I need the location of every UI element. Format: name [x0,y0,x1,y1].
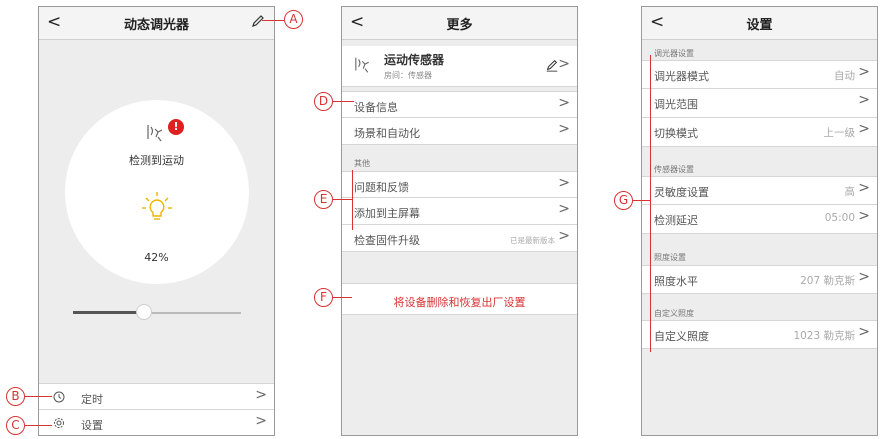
header: < 更多 [342,7,577,40]
callout-g: G [614,191,633,210]
dimming-range-row[interactable]: 调光范围 > [642,89,877,118]
switch-mode-label: 切换模式 [654,127,698,140]
callout-f-line [332,297,352,298]
scenes-label: 场景和自动化 [354,127,420,140]
custom-illuminance-value: 1023 勒克斯 [793,330,855,342]
chevron-right-icon: > [858,180,870,196]
firmware-label: 检查固件升级 [354,234,420,247]
device-info-row[interactable]: 设备信息 > [342,91,577,118]
detection-delay-label: 检测延迟 [654,214,698,227]
device-name: 运动传感器 [384,53,445,67]
edit-pencil-icon[interactable] [250,13,266,33]
callout-e: E [314,190,333,209]
brightness-slider[interactable] [73,304,241,320]
sensitivity-row[interactable]: 灵敏度设置 高 > [642,176,877,205]
edit-pencil-icon[interactable] [545,58,559,75]
chevron-right-icon: > [858,324,870,340]
callout-g-bracket [650,55,651,352]
screen-more: < 更多 运动传感器 房间：传感器 > 设备信息 > 场景和自动化 > 其他 问… [341,6,578,436]
chevron-right-icon: > [858,92,870,108]
alert-badge: ! [168,119,184,135]
page-title: 动态调光器 [123,18,189,33]
light-bulb-icon [137,190,177,234]
chevron-right-icon: > [255,387,267,403]
custom-illuminance-label: 自定义照度 [654,330,709,343]
chevron-right-icon: > [858,121,870,137]
switch-mode-value: 上一级 [823,127,856,139]
callout-a-line [262,20,284,21]
detection-delay-value: 05:00 [824,212,855,224]
section-header-sensor: 传感器设置 [654,165,694,174]
slider-fill [73,311,144,314]
dimming-range-label: 调光范围 [654,98,698,111]
chevron-right-icon: > [858,64,870,80]
section-header-custom-illuminance: 自定义照度 [654,309,694,318]
illuminance-level-value: 207 勒克斯 [800,275,855,287]
page-title: 更多 [446,18,473,33]
settings-row[interactable]: 设置 > [39,410,274,435]
header: < 动态调光器 [39,7,274,40]
screen-settings: < 设置 调光器设置 调光器模式 自动 > 调光范围 > 切换模式 上一级 > … [641,6,878,436]
dimmer-mode-row[interactable]: 调光器模式 自动 > [642,60,877,89]
settings-label: 设置 [81,419,103,432]
callout-b-line [24,396,52,397]
chevron-right-icon: > [558,228,570,244]
detection-delay-row[interactable]: 检测延迟 05:00 > [642,205,877,234]
device-info-label: 设备信息 [354,101,398,114]
callout-g-line [632,200,650,201]
callout-d: D [314,92,333,111]
callout-a: A [284,10,303,29]
motion-sensor-icon [354,55,376,78]
schedule-label: 定时 [81,393,103,406]
motion-sensor-icon [146,123,170,147]
factory-reset-label: 将设备删除和恢复出厂设置 [393,296,526,309]
header: < 设置 [642,7,877,40]
chevron-right-icon: > [255,413,267,429]
chevron-right-icon: > [558,56,570,72]
schedule-row[interactable]: 定时 > [39,383,274,410]
chevron-right-icon: > [558,201,570,217]
chevron-right-icon: > [558,95,570,111]
feedback-label: 问题和反馈 [354,181,409,194]
callout-e-bracket [352,170,353,230]
brightness-level: 42% [144,251,169,264]
illuminance-level-label: 照度水平 [654,275,698,288]
page-title: 设置 [746,18,773,33]
slider-thumb[interactable] [135,304,152,320]
illuminance-level-row[interactable]: 照度水平 207 勒克斯 > [642,265,877,294]
chevron-right-icon: > [558,121,570,137]
firmware-row[interactable]: 检查固件升级 已是最新版本 > [342,225,577,252]
screen-dimmer: < 动态调光器 ! 检测到运动 42% 定时 > 设置 > [38,6,275,436]
feedback-row[interactable]: 问题和反馈 > [342,171,577,198]
gear-icon [53,417,65,432]
device-card[interactable]: 运动传感器 房间：传感器 > [342,46,577,87]
status-text: 检测到运动 [129,154,184,167]
sensitivity-value: 高 [844,186,856,198]
callout-e-line [332,199,352,200]
custom-illuminance-row[interactable]: 自定义照度 1023 勒克斯 > [642,320,877,349]
callout-b: B [6,387,25,406]
chevron-right-icon: > [858,208,870,224]
clock-icon [53,391,65,406]
scenes-row[interactable]: 场景和自动化 > [342,118,577,145]
section-header-illuminance: 照度设置 [654,253,686,262]
chevron-right-icon: > [858,269,870,285]
factory-reset-button[interactable]: 将设备删除和恢复出厂设置 [342,283,577,315]
add-home-screen-label: 添加到主屏幕 [354,207,420,220]
dimmer-mode-value: 自动 [834,70,855,82]
dimmer-mode-label: 调光器模式 [654,70,709,83]
firmware-status: 已是最新版本 [510,236,555,245]
callout-c: C [6,416,25,435]
switch-mode-row[interactable]: 切换模式 上一级 > [642,118,877,147]
callout-c-line [24,425,52,426]
add-home-screen-row[interactable]: 添加到主屏幕 > [342,198,577,225]
callout-d-line [332,101,354,102]
device-room: 房间：传感器 [384,71,432,80]
section-header-dimmer: 调光器设置 [654,49,694,58]
sensitivity-label: 灵敏度设置 [654,186,709,199]
chevron-right-icon: > [558,175,570,191]
section-header-other: 其他 [354,159,370,168]
callout-f: F [314,288,333,307]
